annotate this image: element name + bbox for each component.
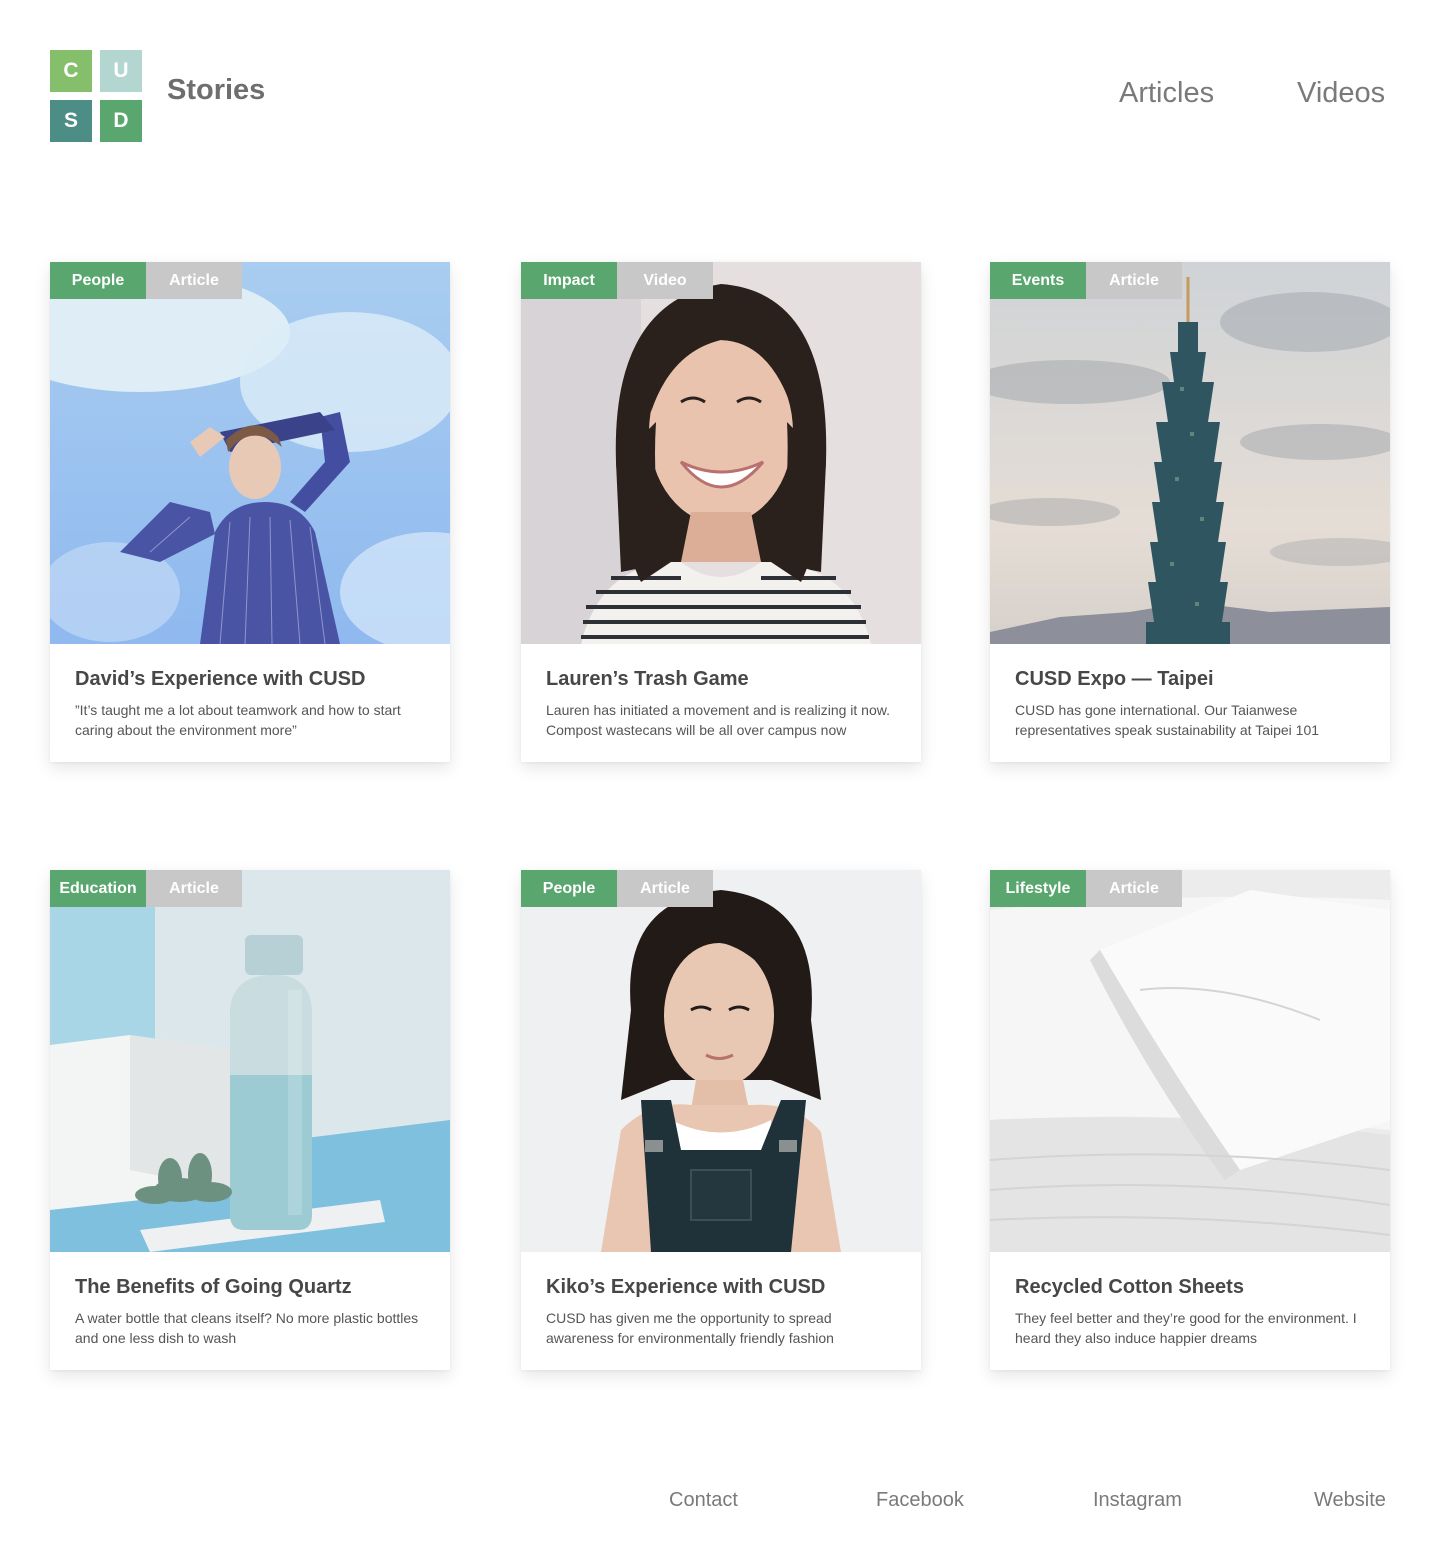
card-title[interactable]: Recycled Cotton Sheets bbox=[1015, 1276, 1365, 1299]
category-tag[interactable]: Impact bbox=[521, 262, 617, 299]
card-tags: Events Article bbox=[990, 262, 1182, 299]
story-card[interactable]: Impact Video Lauren’s Trash Game Lauren … bbox=[521, 262, 921, 762]
card-body: Lauren’s Trash Game Lauren has initiated… bbox=[546, 668, 896, 740]
card-title[interactable]: CUSD Expo — Taipei bbox=[1015, 668, 1365, 691]
card-description: They feel better and they’re good for th… bbox=[1015, 1310, 1357, 1346]
photo-cotton-sheets bbox=[990, 870, 1390, 1252]
card-image bbox=[50, 870, 450, 1252]
story-card[interactable]: People Article David’s Experience with C… bbox=[50, 262, 450, 762]
card-body: Recycled Cotton Sheets They feel better … bbox=[1015, 1276, 1365, 1348]
footer-facebook-link[interactable]: Facebook bbox=[876, 1489, 964, 1512]
photo-man-sky bbox=[50, 262, 450, 644]
card-body: David’s Experience with CUSD ”It’s taugh… bbox=[75, 668, 425, 740]
story-card[interactable]: Education Article The Benefits of Going … bbox=[50, 870, 450, 1370]
card-description: CUSD has gone international. Our Taianwe… bbox=[1015, 702, 1320, 738]
card-description: ”It’s taught me a lot about teamwork and… bbox=[75, 702, 401, 738]
logo-tile-u: U bbox=[100, 50, 142, 92]
type-tag[interactable]: Article bbox=[617, 870, 713, 907]
footer-website-link[interactable]: Website bbox=[1314, 1489, 1386, 1512]
cusd-logo[interactable]: C U S D bbox=[50, 50, 142, 142]
photo-woman-overalls bbox=[521, 870, 921, 1252]
card-body: The Benefits of Going Quartz A water bot… bbox=[75, 1276, 425, 1348]
type-tag[interactable]: Article bbox=[146, 870, 242, 907]
page-title: Stories bbox=[167, 74, 266, 106]
card-tags: People Article bbox=[50, 262, 242, 299]
card-image bbox=[521, 262, 921, 644]
card-title[interactable]: Lauren’s Trash Game bbox=[546, 668, 896, 691]
card-body: Kiko’s Experience with CUSD CUSD has giv… bbox=[546, 1276, 896, 1348]
category-tag[interactable]: Events bbox=[990, 262, 1086, 299]
logo-tile-s: S bbox=[50, 100, 92, 142]
story-card[interactable]: Lifestyle Article Recycled Cotton Sheets… bbox=[990, 870, 1390, 1370]
card-tags: People Article bbox=[521, 870, 713, 907]
photo-taipei-101 bbox=[990, 262, 1390, 644]
card-image bbox=[990, 262, 1390, 644]
card-image bbox=[521, 870, 921, 1252]
category-tag[interactable]: People bbox=[521, 870, 617, 907]
type-tag[interactable]: Video bbox=[617, 262, 713, 299]
card-tags: Lifestyle Article bbox=[990, 870, 1182, 907]
nav-videos-link[interactable]: Videos bbox=[1297, 77, 1385, 110]
card-body: CUSD Expo — Taipei CUSD has gone interna… bbox=[1015, 668, 1365, 740]
type-tag[interactable]: Article bbox=[1086, 870, 1182, 907]
category-tag[interactable]: People bbox=[50, 262, 146, 299]
card-image bbox=[50, 262, 450, 644]
card-tags: Education Article bbox=[50, 870, 242, 907]
story-card[interactable]: People Article Kiko’s Experience with CU… bbox=[521, 870, 921, 1370]
nav-articles-link[interactable]: Articles bbox=[1119, 77, 1214, 110]
footer-contact-link[interactable]: Contact bbox=[669, 1489, 738, 1512]
type-tag[interactable]: Article bbox=[146, 262, 242, 299]
card-description: A water bottle that cleans itself? No mo… bbox=[75, 1310, 419, 1346]
footer-instagram-link[interactable]: Instagram bbox=[1093, 1489, 1182, 1512]
card-description: Lauren has initiated a movement and is r… bbox=[546, 702, 890, 738]
card-description: CUSD has given me the opportunity to spr… bbox=[546, 1310, 834, 1346]
story-card[interactable]: Events Article CUSD Expo — Taipei CUSD h… bbox=[990, 262, 1390, 762]
category-tag[interactable]: Lifestyle bbox=[990, 870, 1086, 907]
photo-water-bottle bbox=[50, 870, 450, 1252]
logo-tile-c: C bbox=[50, 50, 92, 92]
card-title[interactable]: David’s Experience with CUSD bbox=[75, 668, 425, 691]
card-title[interactable]: Kiko’s Experience with CUSD bbox=[546, 1276, 896, 1299]
type-tag[interactable]: Article bbox=[1086, 262, 1182, 299]
card-title[interactable]: The Benefits of Going Quartz bbox=[75, 1276, 425, 1299]
logo-tile-d: D bbox=[100, 100, 142, 142]
card-image bbox=[990, 870, 1390, 1252]
photo-smiling-woman bbox=[521, 262, 921, 644]
card-tags: Impact Video bbox=[521, 262, 713, 299]
category-tag[interactable]: Education bbox=[50, 870, 146, 907]
